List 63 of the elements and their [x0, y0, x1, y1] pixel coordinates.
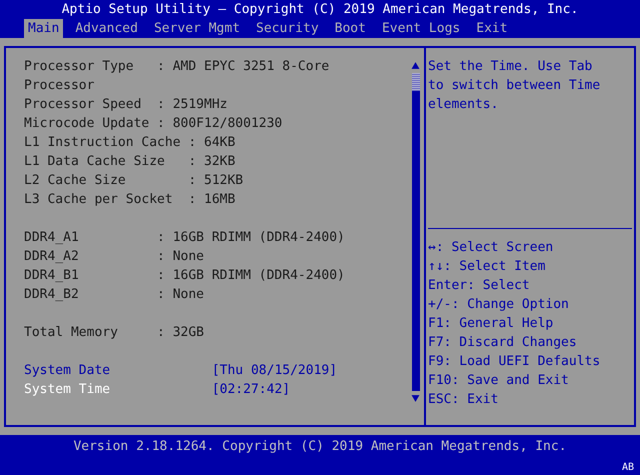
field-label: Total Memory	[24, 324, 119, 342]
colon: :	[157, 115, 166, 133]
field-value: 16MB	[204, 191, 236, 209]
field-label: Microcode Update	[24, 115, 150, 133]
colon: :	[157, 248, 166, 266]
setting-value[interactable]: [Thu 08/15/2019]	[212, 361, 338, 380]
help-text: Set the Time. Use Tab to switch between Time elements.	[428, 58, 602, 114]
colon: :	[188, 153, 198, 171]
key-hint: F9: Load UEFI Defaults	[428, 353, 602, 371]
key-hint: F1: General Help	[428, 315, 554, 333]
field-value: None	[172, 248, 204, 266]
menu-tab[interactable]: Server Mgmt	[150, 19, 244, 38]
corner-mark: AB	[622, 462, 634, 473]
field-label: DDR4_B1	[24, 267, 80, 285]
window-title: Aptio Setup Utility – Copyright (C) 2019 American Megatrends, Inc.	[62, 2, 578, 17]
version-text: Version 2.18.1264. Copyright (C) 2019 American Megatrends, Inc.	[73, 439, 567, 454]
menu-tab[interactable]: Exit	[472, 19, 512, 38]
key-hint: ↑↓: Select Item	[428, 258, 546, 276]
field-label: L2 Cache Size	[24, 172, 127, 190]
field-label: DDR4_B2	[24, 286, 80, 304]
field-value: 800F12/8001230	[172, 115, 282, 133]
menu-tab[interactable]: Event Logs	[378, 19, 464, 38]
field-value: 32KB	[204, 153, 236, 171]
key-hint: F10: Save and Exit	[428, 372, 570, 390]
field-value: 64KB	[204, 134, 236, 152]
scroll-thumb[interactable]	[412, 73, 420, 91]
field-value: AMD EPYC 3251 8-Core	[172, 58, 330, 76]
field-value: 2519MHz	[172, 96, 228, 114]
colon: :	[157, 267, 166, 285]
colon: :	[188, 134, 198, 152]
setting-item[interactable]: System Date	[24, 361, 212, 380]
field-value: 16GB RDIMM (DDR4-2400)	[172, 229, 345, 247]
setting-value[interactable]: [02:27:42]	[212, 380, 290, 399]
field-value: 512KB	[204, 172, 244, 190]
field-label: DDR4_A2	[24, 248, 80, 266]
colon: :	[157, 96, 166, 114]
scroll-up-icon[interactable]	[411, 61, 420, 70]
menu-tab[interactable]: Boot	[330, 19, 370, 38]
menu-tab[interactable]: Main	[24, 19, 64, 38]
field-value: Processor	[24, 77, 94, 95]
field-label: DDR4_A1	[24, 229, 80, 247]
key-hint: ESC: Exit	[428, 391, 500, 409]
menu-tab[interactable]: Security	[252, 19, 323, 38]
scroll-down-icon[interactable]	[411, 394, 420, 403]
colon: :	[188, 172, 198, 190]
field-value: 32GB	[172, 324, 204, 342]
colon: :	[188, 191, 198, 209]
menu-tab[interactable]: Advanced	[71, 19, 142, 38]
colon: :	[157, 58, 166, 76]
field-label: Processor Type	[24, 58, 135, 76]
key-hint: +/-: Change Option	[428, 296, 570, 314]
field-label: Processor Speed	[24, 96, 142, 114]
field-label: L3 Cache per Socket	[24, 191, 174, 209]
field-label: L1 Data Cache Size	[24, 153, 166, 171]
colon: :	[157, 229, 166, 247]
key-hint: F7: Discard Changes	[428, 334, 578, 352]
key-hint: ↔: Select Screen	[428, 239, 554, 257]
field-value: 16GB RDIMM (DDR4-2400)	[172, 267, 345, 285]
colon: :	[157, 324, 166, 342]
field-value: None	[172, 286, 204, 304]
field-label: L1 Instruction Cache	[24, 134, 182, 152]
key-hint: Enter: Select	[428, 277, 531, 295]
colon: :	[157, 286, 166, 304]
